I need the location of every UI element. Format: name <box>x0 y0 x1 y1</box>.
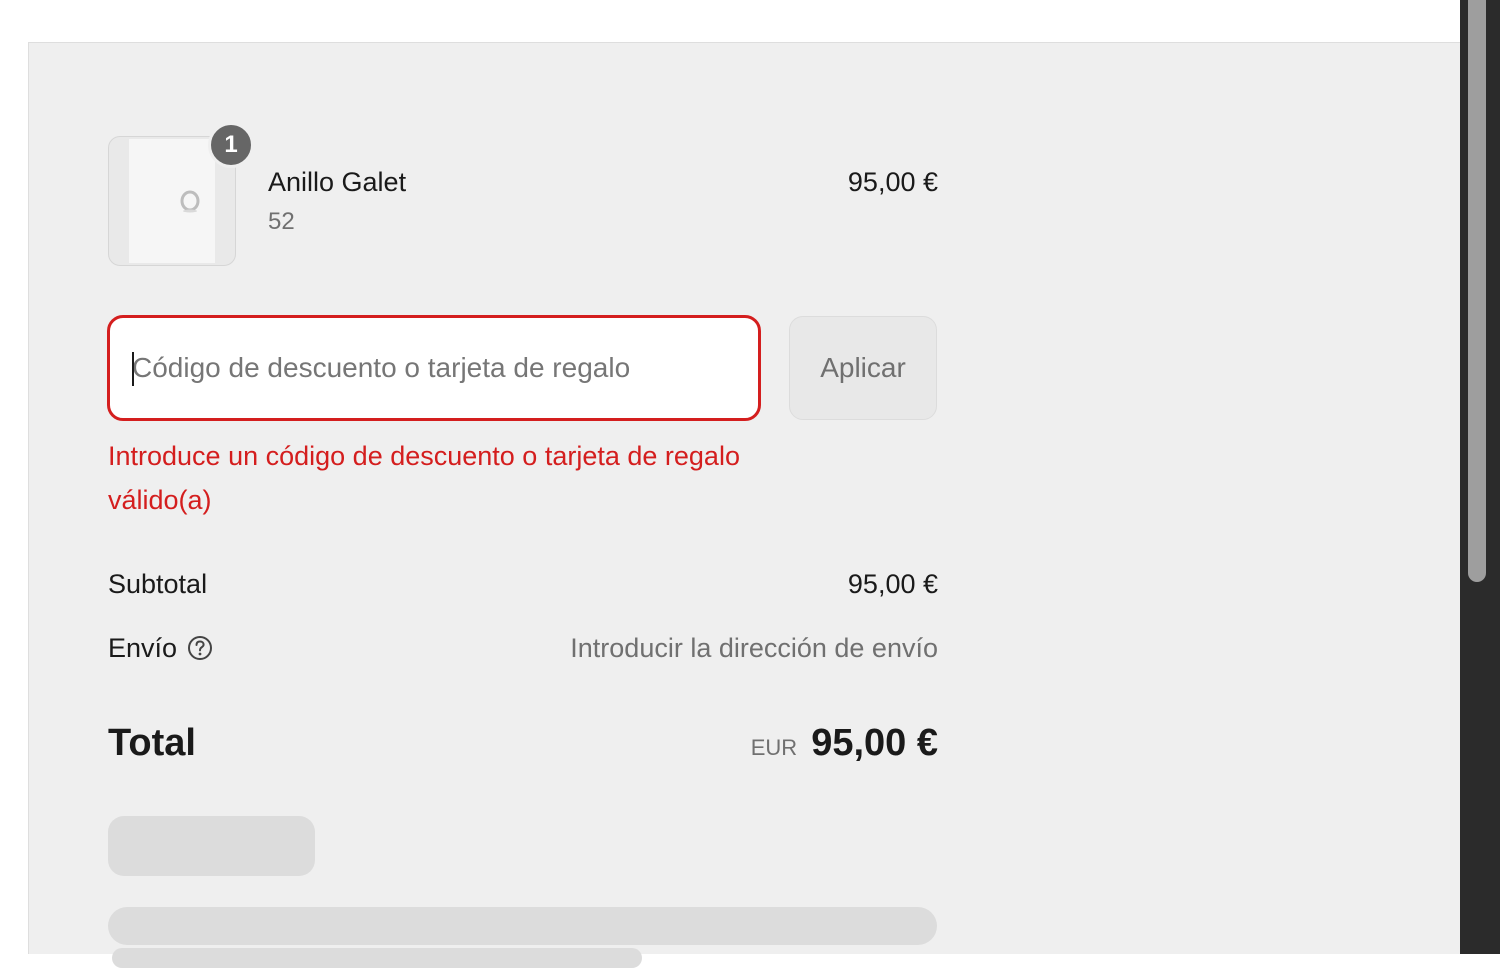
total-currency: EUR <box>750 735 798 760</box>
product-price: 95,00 € <box>847 167 938 197</box>
skeleton-placeholder <box>108 907 937 945</box>
skeleton-placeholder <box>112 948 642 968</box>
skeleton-placeholder <box>108 816 315 876</box>
total-amount: EUR 95,00 € <box>751 720 938 766</box>
shipping-row-label: Envío <box>108 632 213 664</box>
product-name: Anillo Galet <box>268 167 407 197</box>
discount-code-input[interactable] <box>107 315 761 421</box>
ring-icon <box>180 190 200 213</box>
product-variant: 52 <box>268 208 295 235</box>
main-content-edge <box>0 42 29 954</box>
page-scrollbar[interactable] <box>1460 0 1500 954</box>
apply-discount-button[interactable]: Aplicar <box>789 316 937 420</box>
question-circle-icon[interactable] <box>187 635 213 661</box>
subtotal-label: Subtotal <box>108 569 208 599</box>
quantity-badge: 1 <box>208 122 254 168</box>
shipping-label: Envío <box>108 633 178 663</box>
text-caret <box>132 352 134 386</box>
scrollbar-thumb[interactable] <box>1468 0 1486 582</box>
total-label: Total <box>108 722 196 764</box>
subtotal-value: 95,00 € <box>847 569 938 599</box>
discount-error-message: Introduce un código de descuento o tarje… <box>108 441 740 515</box>
product-photo <box>129 139 215 263</box>
header-strip <box>0 0 1460 43</box>
total-value: 95,00 € <box>811 722 938 764</box>
shipping-value: Introducir la dirección de envío <box>570 633 938 663</box>
